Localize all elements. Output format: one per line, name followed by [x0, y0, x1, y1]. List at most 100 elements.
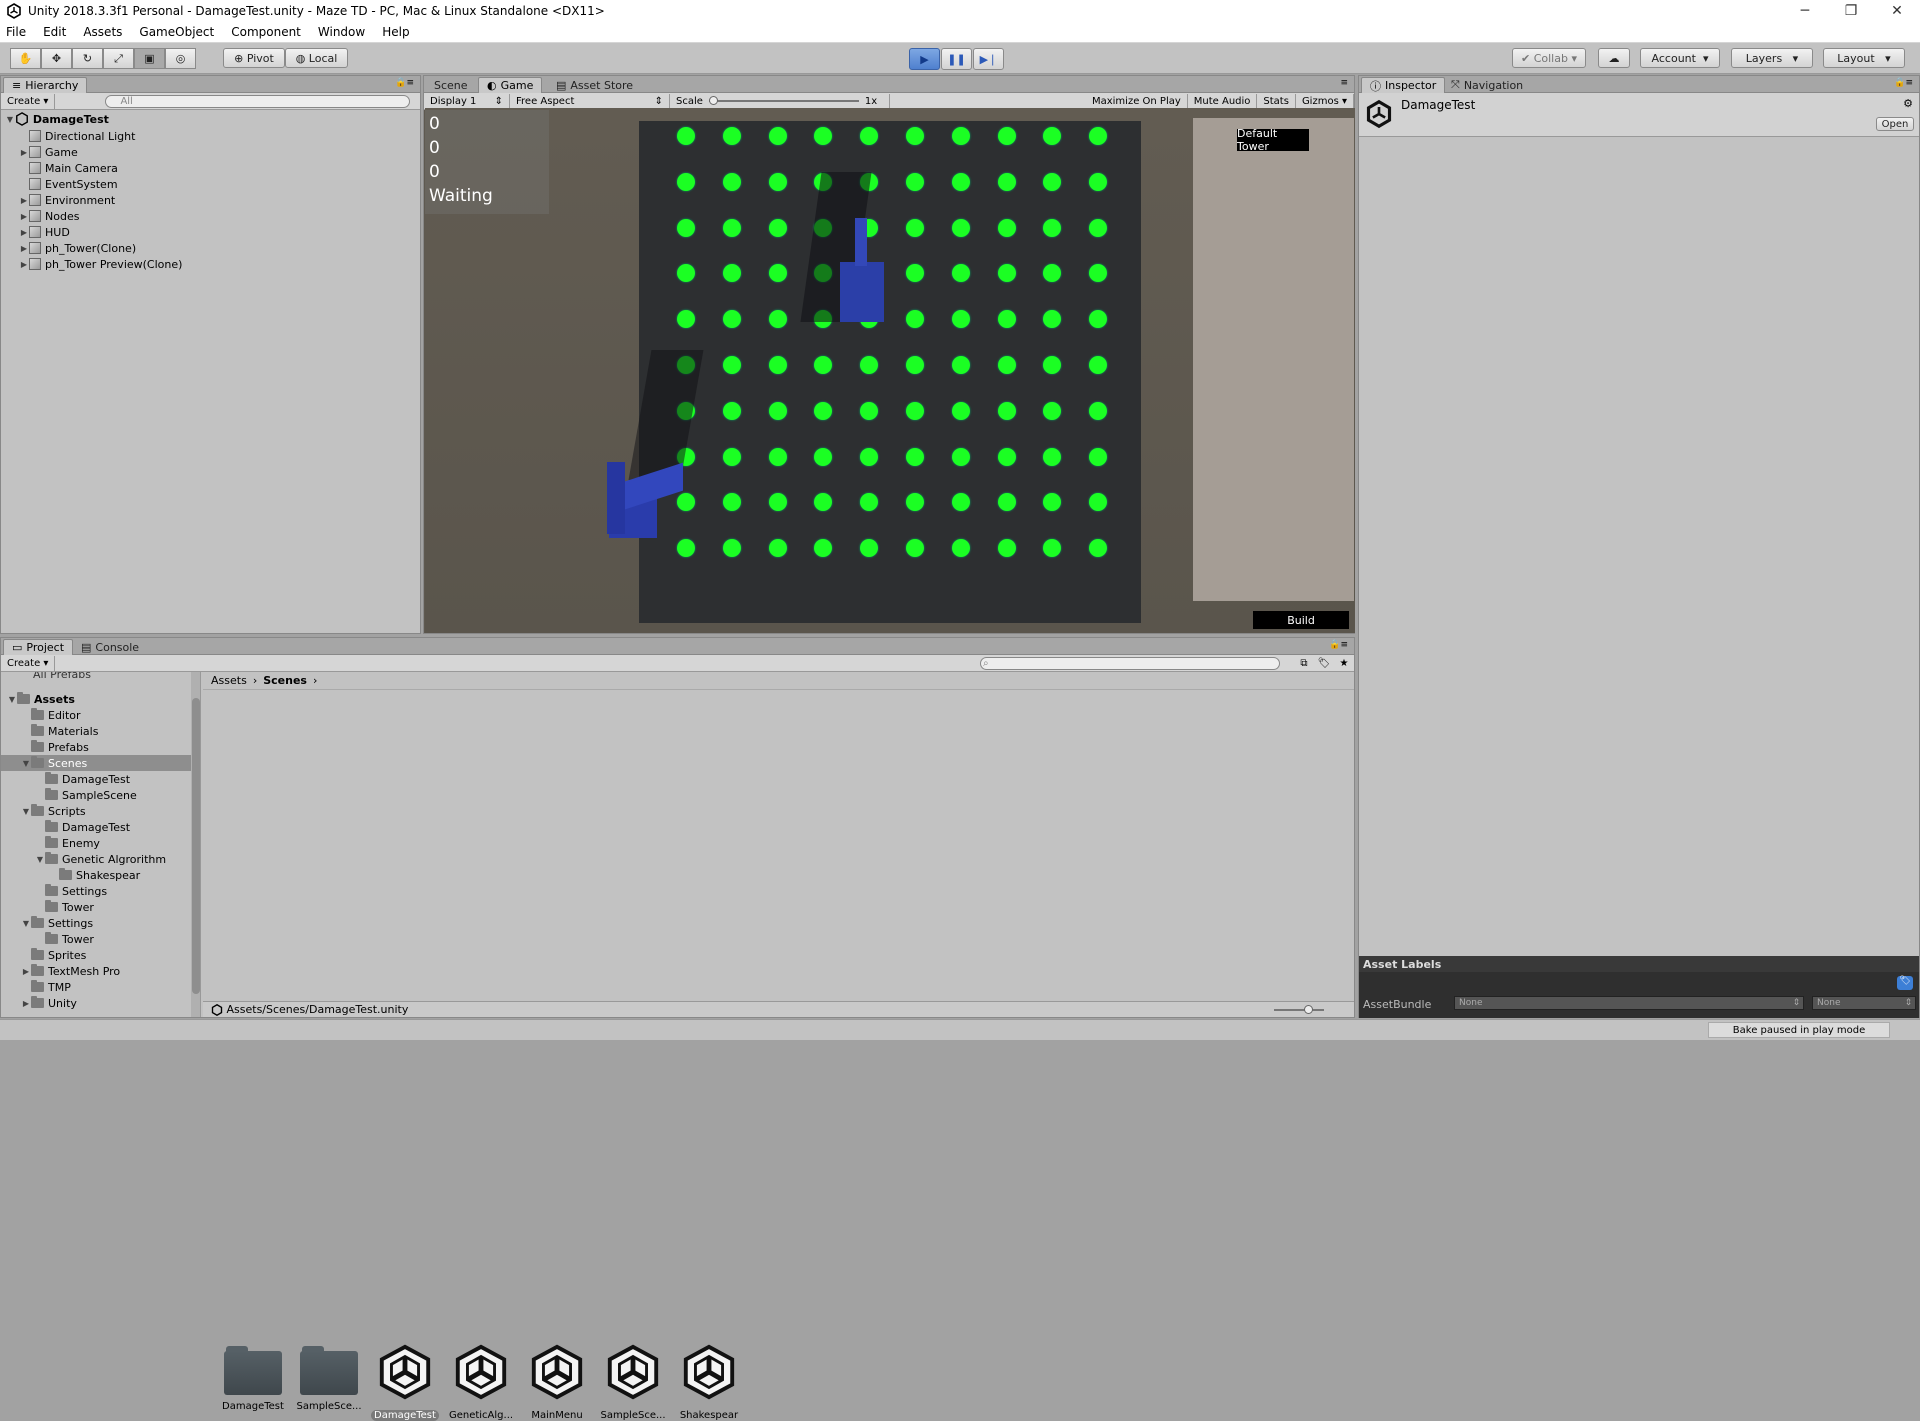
project-tree-item[interactable]: ▶ Unity: [21, 995, 191, 1011]
grid-node[interactable]: [997, 356, 1016, 374]
grid-node[interactable]: [860, 447, 879, 466]
menu-edit[interactable]: Edit: [43, 25, 66, 39]
grid-node[interactable]: [1043, 447, 1062, 466]
grid-node[interactable]: [906, 172, 924, 191]
grid-node[interactable]: [997, 127, 1016, 145]
grid-node[interactable]: [768, 447, 787, 466]
grid-node[interactable]: [768, 539, 787, 558]
grid-node[interactable]: [677, 493, 695, 512]
grid-node[interactable]: [722, 218, 741, 237]
hierarchy-item[interactable]: ▶ HUD: [19, 224, 70, 240]
grid-node[interactable]: [768, 218, 787, 237]
project-tree-item[interactable]: Enemy: [35, 835, 191, 851]
grid-node[interactable]: [951, 172, 970, 191]
project-tree-item[interactable]: Settings: [35, 883, 191, 899]
grid-node[interactable]: [997, 493, 1016, 512]
project-tree-item[interactable]: ▼ Settings: [21, 915, 191, 931]
grid-node[interactable]: [1089, 401, 1108, 420]
project-search-input[interactable]: ⌕: [980, 656, 1280, 670]
grid-node[interactable]: [814, 447, 833, 466]
grid-node[interactable]: [906, 539, 924, 558]
project-tree-item[interactable]: ▼ Genetic Algrorithm: [35, 851, 191, 867]
expand-arrow-icon[interactable]: ▶: [19, 260, 29, 269]
step-button[interactable]: ▶❘: [973, 48, 1004, 70]
grid-node[interactable]: [1089, 172, 1108, 191]
grid-node[interactable]: [1089, 447, 1108, 466]
breadcrumb-assets[interactable]: Assets: [211, 674, 247, 687]
tab-game[interactable]: ◐ Game: [478, 77, 543, 93]
grid-node[interactable]: [906, 264, 924, 283]
grid-node[interactable]: [860, 127, 879, 145]
scene-root[interactable]: ▼ DamageTest: [5, 111, 109, 127]
grid-node[interactable]: [722, 447, 741, 466]
project-tree-item[interactable]: ▼ Scripts: [21, 803, 191, 819]
grid-node[interactable]: [722, 539, 741, 558]
menu-help[interactable]: Help: [382, 25, 409, 39]
open-button[interactable]: Open: [1876, 117, 1914, 131]
label-tag-icon[interactable]: 🏷: [1897, 976, 1913, 990]
menu-component[interactable]: Component: [231, 25, 301, 39]
project-tree-item[interactable]: Tower: [35, 899, 191, 915]
project-tree-item[interactable]: Materials: [21, 723, 191, 739]
grid-node[interactable]: [768, 493, 787, 512]
hierarchy-search-input[interactable]: All: [105, 94, 411, 108]
inspector-menu-icon[interactable]: 🔒≡: [1894, 78, 1913, 88]
maximize-on-play-toggle[interactable]: Maximize On Play: [1086, 93, 1188, 109]
project-tree-item[interactable]: Sprites: [21, 947, 191, 963]
grid-node[interactable]: [860, 493, 879, 512]
grid-node[interactable]: [814, 493, 833, 512]
hierarchy-create-button[interactable]: Create ▾: [1, 93, 56, 109]
grid-node[interactable]: [768, 172, 787, 191]
pivot-toggle[interactable]: ⊕ Pivot: [223, 48, 285, 68]
minimize-button[interactable]: ─: [1782, 0, 1828, 22]
grid-node[interactable]: [722, 493, 741, 512]
grid-node[interactable]: [1089, 218, 1108, 237]
grid-node[interactable]: [997, 310, 1016, 329]
tab-navigation[interactable]: ⤧ Navigation: [1443, 77, 1531, 93]
grid-node[interactable]: [951, 310, 970, 329]
filter-label-icon[interactable]: 🏷: [1314, 658, 1334, 669]
grid-node[interactable]: [1089, 356, 1108, 374]
grid-node[interactable]: [677, 310, 695, 329]
project-tree-item[interactable]: SampleScene: [35, 787, 191, 803]
grid-node[interactable]: [997, 264, 1016, 283]
panel-menu-icon[interactable]: 🔒≡: [395, 78, 414, 88]
grid-node[interactable]: [722, 356, 741, 374]
grid-node[interactable]: [677, 218, 695, 237]
grid-node[interactable]: [1043, 172, 1062, 191]
asset-bundle-dropdown[interactable]: None ⇕: [1454, 996, 1804, 1010]
grid-node[interactable]: [997, 401, 1016, 420]
grid-node[interactable]: [1043, 356, 1062, 374]
scene-asset[interactable]: MainMenu: [521, 1343, 593, 1421]
favorite-star-icon[interactable]: ★: [1334, 658, 1354, 669]
tab-inspector[interactable]: ⓘ Inspector: [1361, 77, 1446, 93]
grid-node[interactable]: [768, 264, 787, 283]
tree-item-all-prefabs[interactable]: All Prefabs: [33, 672, 91, 682]
grid-node[interactable]: [1043, 218, 1062, 237]
icon-size-handle[interactable]: [1304, 1005, 1313, 1014]
project-menu-icon[interactable]: 🔒≡: [1329, 640, 1348, 650]
cloud-button[interactable]: ☁: [1598, 48, 1630, 68]
collab-dropdown[interactable]: ✔ Collab ▾: [1512, 48, 1586, 68]
grid-node[interactable]: [997, 447, 1016, 466]
grid-node[interactable]: [951, 127, 970, 145]
project-tree-item[interactable]: ▼ Assets: [7, 691, 191, 707]
project-tree-item[interactable]: Tower: [35, 931, 191, 947]
grid-node[interactable]: [1043, 264, 1062, 283]
grid-node[interactable]: [677, 127, 695, 145]
grid-node[interactable]: [1043, 127, 1062, 145]
asset-variant-dropdown[interactable]: None ⇕: [1812, 996, 1916, 1010]
grid-node[interactable]: [1043, 310, 1062, 329]
grid-node[interactable]: [1089, 264, 1108, 283]
gizmos-dropdown[interactable]: Gizmos ▾: [1296, 93, 1354, 109]
grid-node[interactable]: [951, 493, 970, 512]
grid-node[interactable]: [1043, 493, 1062, 512]
menu-assets[interactable]: Assets: [83, 25, 122, 39]
folder-asset[interactable]: DamageTest: [217, 1343, 289, 1412]
grid-node[interactable]: [906, 218, 924, 237]
grid-node[interactable]: [997, 539, 1016, 558]
grid-node[interactable]: [906, 493, 924, 512]
tower-model[interactable]: [840, 262, 884, 322]
grid-node[interactable]: [1089, 493, 1108, 512]
project-tree-item[interactable]: Editor: [21, 707, 191, 723]
